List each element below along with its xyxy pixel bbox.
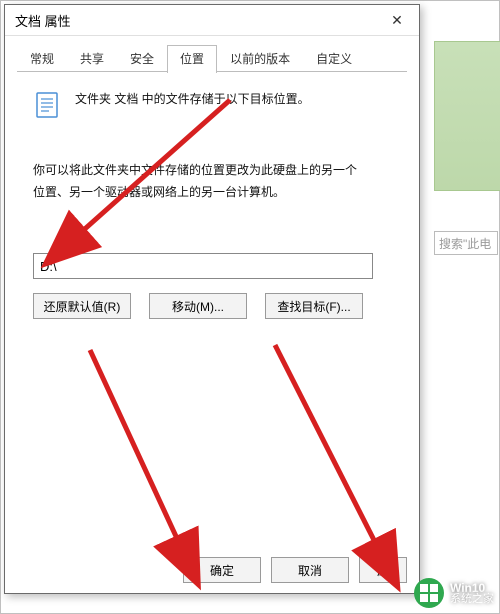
tab-label: 安全 (130, 52, 154, 66)
document-folder-icon (33, 90, 63, 120)
watermark-line1: Win10 (450, 582, 494, 594)
dialog-button-bar: 确定 取消 应 (183, 557, 407, 583)
tab-customize[interactable]: 自定义 (303, 45, 365, 73)
window-title: 文档 属性 (15, 11, 71, 30)
description-text: 你可以将此文件夹中文件存储的位置更改为此硬盘上的另一个 位置、另一个驱动器或网络… (33, 160, 391, 203)
apply-button[interactable]: 应 (359, 557, 407, 583)
button-label: 移动(M)... (172, 300, 224, 314)
background-accent-strip (434, 41, 500, 191)
watermark: Win10 系统之家 (414, 578, 494, 608)
search-input-background[interactable]: 搜索"此电 (434, 231, 498, 255)
watermark-line2: 系统之家 (450, 594, 494, 605)
tab-location[interactable]: 位置 (167, 45, 217, 73)
tab-general[interactable]: 常规 (17, 45, 67, 73)
tab-content-location: 文件夹 文档 中的文件存储于以下目标位置。 你可以将此文件夹中文件存储的位置更改… (5, 72, 419, 329)
tab-label: 自定义 (316, 52, 352, 66)
close-button[interactable]: ✕ (375, 5, 419, 35)
tab-security[interactable]: 安全 (117, 45, 167, 73)
search-placeholder: 搜索"此电 (439, 235, 491, 252)
button-label: 还原默认值(R) (44, 300, 121, 314)
button-label: 查找目标(F)... (277, 300, 350, 314)
button-label: 确定 (210, 564, 234, 578)
cancel-button[interactable]: 取消 (271, 557, 349, 583)
properties-dialog: 文档 属性 ✕ 常规 共享 安全 位置 以前的版本 自定义 文件夹 文档 中的文… (4, 4, 420, 594)
info-text: 文件夹 文档 中的文件存储于以下目标位置。 (75, 90, 310, 108)
titlebar: 文档 属性 ✕ (5, 5, 419, 36)
tab-label: 以前的版本 (230, 52, 290, 66)
path-input[interactable] (33, 253, 373, 279)
tab-label: 位置 (180, 52, 204, 66)
close-icon: ✕ (391, 12, 403, 29)
tab-strip: 常规 共享 安全 位置 以前的版本 自定义 (5, 36, 419, 72)
find-target-button[interactable]: 查找目标(F)... (265, 293, 363, 319)
move-button[interactable]: 移动(M)... (149, 293, 247, 319)
tab-label: 共享 (80, 52, 104, 66)
location-button-row: 还原默认值(R) 移动(M)... 查找目标(F)... (33, 293, 391, 319)
tab-label: 常规 (30, 52, 54, 66)
description-line2: 位置、另一个驱动器或网络上的另一台计算机。 (33, 185, 285, 199)
tab-previous-versions[interactable]: 以前的版本 (217, 45, 303, 73)
button-label: 应 (377, 564, 389, 578)
description-line1: 你可以将此文件夹中文件存储的位置更改为此硬盘上的另一个 (33, 163, 357, 177)
ok-button[interactable]: 确定 (183, 557, 261, 583)
button-label: 取消 (298, 564, 322, 578)
restore-default-button[interactable]: 还原默认值(R) (33, 293, 131, 319)
tab-sharing[interactable]: 共享 (67, 45, 117, 73)
watermark-logo-icon (414, 578, 444, 608)
